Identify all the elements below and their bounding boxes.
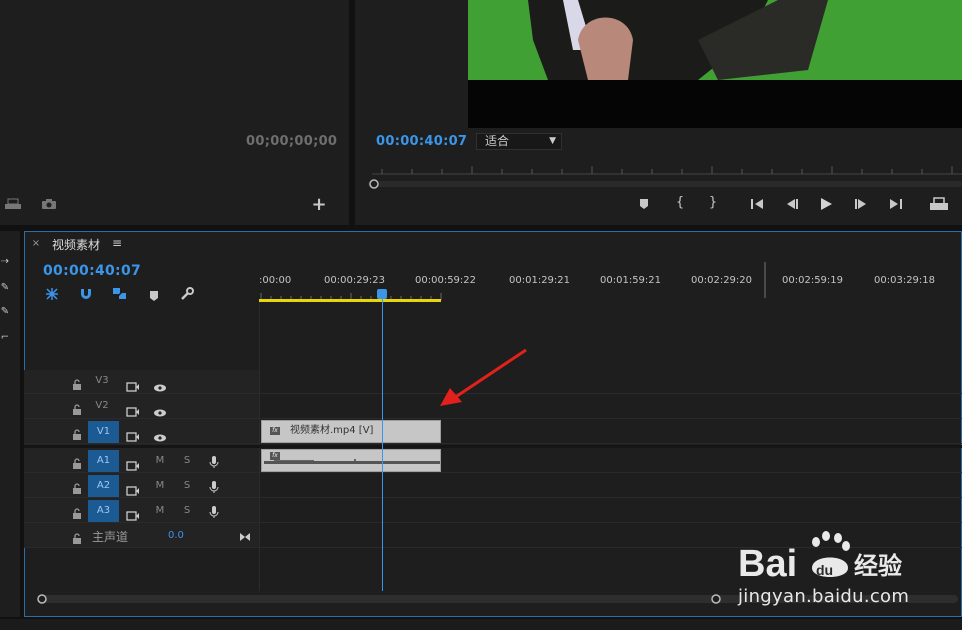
solo-button[interactable]: S xyxy=(180,450,194,472)
snap-magnet-icon[interactable] xyxy=(79,286,93,300)
eye-icon[interactable] xyxy=(153,428,167,442)
step-forward-icon[interactable] xyxy=(853,198,869,213)
fit-select-value: 适合 xyxy=(485,134,510,148)
fx-badge-icon: fx xyxy=(270,427,280,435)
playhead-handle[interactable] xyxy=(377,289,387,299)
add-marker-icon[interactable] xyxy=(636,198,652,213)
step-back-icon[interactable] xyxy=(784,198,800,213)
lock-icon[interactable] xyxy=(72,530,82,544)
track-label-v1[interactable]: V1 xyxy=(88,421,119,443)
track-label-v3[interactable]: V3 xyxy=(91,370,113,392)
mute-button[interactable]: M xyxy=(153,475,167,497)
source-monitor-panel xyxy=(0,0,349,225)
ruler-label: 00:00:59:22 xyxy=(415,275,477,286)
wrench-settings-icon[interactable] xyxy=(180,286,194,300)
lock-icon[interactable] xyxy=(72,480,82,494)
source-timecode[interactable]: 00;00;00;00 xyxy=(246,134,337,149)
lock-icon[interactable] xyxy=(72,426,82,440)
lock-icon[interactable] xyxy=(72,376,82,390)
track-label-v2[interactable]: V2 xyxy=(91,395,113,417)
microphone-icon[interactable] xyxy=(209,454,219,468)
sync-lock-icon[interactable] xyxy=(126,506,140,521)
pen-tool-icon[interactable]: ✎ xyxy=(0,281,10,295)
go-to-in-icon[interactable] xyxy=(749,198,767,213)
play-icon[interactable] xyxy=(818,197,834,214)
baidu-watermark-logo: Bai du 经验 xyxy=(738,528,908,585)
microphone-icon[interactable] xyxy=(209,504,219,518)
lock-icon[interactable] xyxy=(72,401,82,415)
fit-select[interactable]: 适合 ▼ xyxy=(476,133,562,150)
program-time-ruler[interactable] xyxy=(372,160,962,175)
razor-tool-icon[interactable]: ✎ xyxy=(0,305,10,319)
sync-lock-icon[interactable] xyxy=(126,427,140,442)
sync-lock-icon[interactable] xyxy=(126,402,140,417)
ruler-label: 00:01:29:21 xyxy=(509,275,571,286)
track-label-a2[interactable]: A2 xyxy=(88,475,119,497)
audio-waveform xyxy=(264,459,440,464)
svg-text:Bai: Bai xyxy=(738,543,797,584)
watermark-url: jingyan.baidu.com xyxy=(738,586,910,607)
solo-button[interactable]: S xyxy=(180,500,194,522)
add-button-icon[interactable]: + xyxy=(310,196,328,214)
ruler-label: 00:03:29:18 xyxy=(874,275,936,286)
lock-icon[interactable] xyxy=(72,505,82,519)
ruler-label: 00:00:29:23 xyxy=(324,275,386,286)
master-volume-value[interactable]: 0.0 xyxy=(168,530,184,541)
sync-lock-icon[interactable] xyxy=(126,456,140,471)
timeline-timecode[interactable]: 00:00:40:07 xyxy=(43,263,141,279)
track-label-a3[interactable]: A3 xyxy=(88,500,119,522)
close-tab-icon[interactable]: × xyxy=(31,237,41,251)
go-to-end-icon[interactable] xyxy=(239,527,251,541)
ruler-label: :00:00 xyxy=(259,275,292,286)
ruler-label: 00:02:29:20 xyxy=(691,275,753,286)
track-select-tool-icon[interactable]: ⇢ xyxy=(0,255,10,269)
mark-out-icon[interactable]: } xyxy=(705,196,721,210)
video-preview xyxy=(468,0,962,80)
mark-in-icon[interactable]: { xyxy=(672,196,688,210)
nest-sequence-icon[interactable] xyxy=(44,286,60,300)
mute-button[interactable]: M xyxy=(153,450,167,472)
playhead-line[interactable] xyxy=(382,295,383,591)
microphone-icon[interactable] xyxy=(209,479,219,493)
export-frame-icon[interactable] xyxy=(4,198,22,213)
red-arrow-annotation xyxy=(436,346,532,410)
sync-lock-icon[interactable] xyxy=(126,481,140,496)
panel-menu-icon[interactable]: ≡ xyxy=(111,236,123,250)
video-letterbox xyxy=(468,80,962,128)
eye-icon[interactable] xyxy=(153,403,167,417)
svg-text:du: du xyxy=(816,562,833,578)
ruler-label: 00:01:59:21 xyxy=(600,275,662,286)
export-frame-program-icon[interactable] xyxy=(929,197,949,214)
go-to-out-icon[interactable] xyxy=(886,198,904,213)
video-clip[interactable]: fx 视频素材.mp4 [V] xyxy=(261,420,441,443)
type-tool-icon[interactable]: ⌐ xyxy=(0,331,10,345)
ruler-label: 00:02:59:19 xyxy=(782,275,844,286)
camera-icon[interactable] xyxy=(40,198,58,213)
mute-button[interactable]: M xyxy=(153,500,167,522)
lock-icon[interactable] xyxy=(72,455,82,469)
solo-button[interactable]: S xyxy=(180,475,194,497)
eye-icon[interactable] xyxy=(153,378,167,392)
program-timecode[interactable]: 00:00:40:07 xyxy=(376,134,467,149)
status-strip xyxy=(0,619,962,630)
audio-clip[interactable]: fx xyxy=(261,449,441,472)
master-track-label: 主声道 xyxy=(92,530,129,544)
sync-lock-icon[interactable] xyxy=(126,377,140,392)
track-label-a1[interactable]: A1 xyxy=(88,450,119,472)
linked-selection-icon[interactable] xyxy=(112,286,128,300)
svg-text:经验: 经验 xyxy=(854,552,902,580)
add-marker-timeline-icon[interactable] xyxy=(149,287,161,301)
program-zoom-scrollbar[interactable] xyxy=(368,175,962,189)
av-divider xyxy=(24,445,962,448)
video-clip-label: 视频素材.mp4 [V] xyxy=(290,425,374,436)
timeline-tab-title[interactable]: 视频素材 xyxy=(52,236,100,253)
chevron-down-icon: ▼ xyxy=(549,136,556,146)
